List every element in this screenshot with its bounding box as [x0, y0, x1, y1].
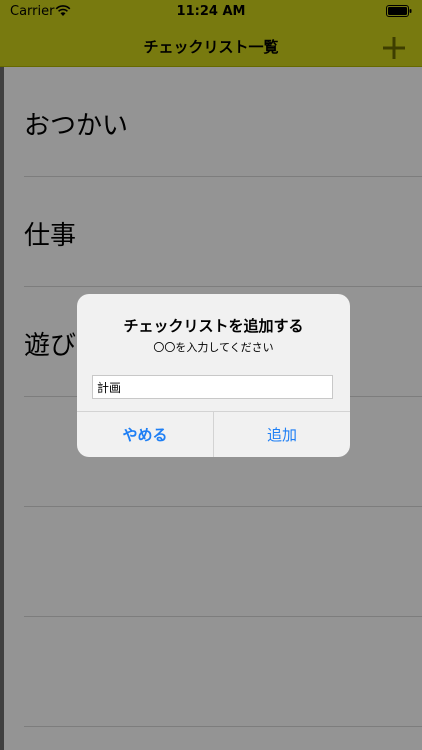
dialog-message: 〇〇を入力してください [153, 341, 274, 354]
cancel-button[interactable]: やめる [77, 412, 213, 457]
add-checklist-dialog: チェックリストを追加する 〇〇を入力してください やめる 追加 [77, 294, 350, 457]
add-button[interactable]: 追加 [214, 412, 350, 457]
checklist-name-input[interactable] [92, 375, 333, 399]
dialog-title: チェックリストを追加する [123, 317, 304, 335]
